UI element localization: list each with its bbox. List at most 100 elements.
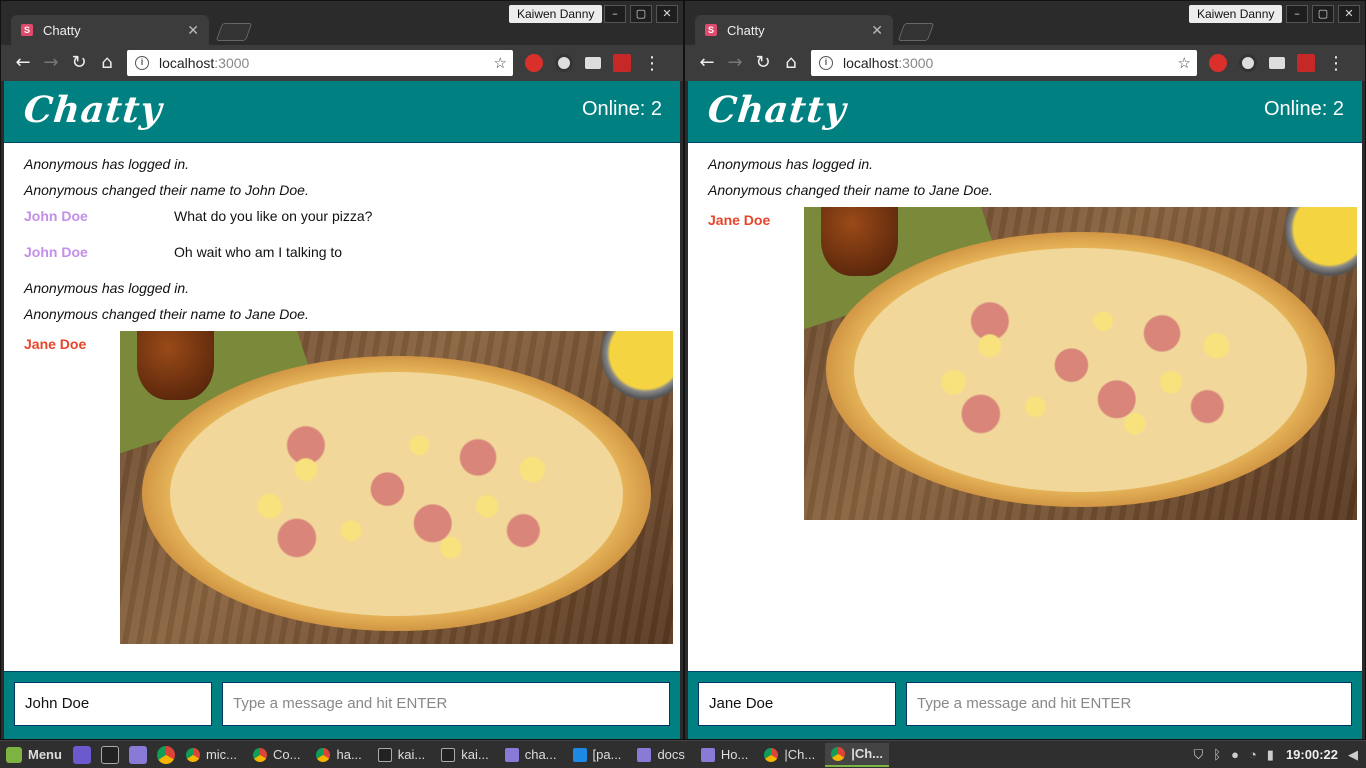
terminal-icon (377, 747, 392, 762)
brand-logo: Chatty (21, 89, 165, 131)
tab-title: Chatty (727, 22, 765, 38)
wifi-icon[interactable]: ◔ (1249, 747, 1257, 762)
forward-icon[interactable]: → (37, 49, 65, 77)
adblock-extension-icon[interactable] (1209, 54, 1227, 72)
maximize-icon[interactable]: ▢ (630, 5, 652, 23)
extension-icon[interactable] (555, 54, 573, 72)
chrome-icon (316, 747, 331, 762)
profile-button[interactable]: Kaiwen Danny (1189, 5, 1283, 23)
taskbar-item[interactable]: Ho... (695, 743, 754, 767)
home-icon[interactable]: ⌂ (93, 49, 121, 77)
bookmark-star-icon[interactable]: ☆ (1178, 54, 1191, 72)
mint-logo-icon (6, 746, 22, 763)
minimize-icon[interactable]: – (604, 5, 626, 23)
battery-icon[interactable]: ▮ (1267, 747, 1274, 763)
maximize-icon[interactable]: ▢ (1312, 5, 1334, 23)
terminal-launcher-icon[interactable] (100, 745, 119, 764)
chrome-launcher-icon[interactable] (156, 745, 175, 764)
taskbar-item-active[interactable]: |Ch... (825, 742, 890, 767)
info-icon[interactable]: i (819, 56, 833, 70)
address-bar[interactable]: i localhost :3000 ☆ (811, 50, 1197, 76)
chrome-icon (764, 747, 779, 762)
cast-extension-icon[interactable] (1269, 57, 1285, 69)
taskbar-item[interactable]: Co... (247, 743, 306, 767)
username-input[interactable]: John Doe (14, 682, 212, 726)
profile-button[interactable]: Kaiwen Danny (509, 5, 603, 23)
taskbar-item-label: ha... (336, 747, 362, 762)
taskbar-item[interactable]: [pa... (567, 743, 628, 767)
message-username: Jane Doe (24, 336, 87, 352)
shield-icon[interactable]: ⛉ (1194, 747, 1204, 763)
message-input[interactable]: Type a message and hit ENTER (222, 682, 670, 726)
home-icon[interactable]: ⌂ (777, 49, 805, 77)
show-desktop-icon[interactable] (72, 745, 91, 764)
image-message: Jane Doe (4, 331, 680, 644)
message-text: Oh wait who am I talking to (174, 244, 343, 260)
browser-window-left: S Chatty ✕ Kaiwen Danny – ▢ ✕ ← → ↻ ⌂ i … (0, 0, 684, 740)
volume-icon[interactable]: ◀ (1348, 747, 1358, 763)
bookmark-star-icon[interactable]: ☆ (494, 54, 507, 72)
window-close-icon[interactable]: ✕ (1338, 5, 1360, 23)
favicon-icon: S (705, 24, 717, 36)
new-tab-button[interactable] (897, 23, 935, 41)
chatty-app: Chatty Online: 2 Anonymous has logged in… (688, 81, 1362, 739)
clock[interactable]: 19:00:22 (1286, 747, 1338, 762)
extension-icon[interactable] (1239, 54, 1257, 72)
browser-toolbar: ← → ↻ ⌂ i localhost :3000 ☆ ⋮ (1, 45, 683, 81)
desktop: S Chatty ✕ Kaiwen Danny – ▢ ✕ ← → ↻ ⌂ i … (0, 0, 1366, 768)
tab-close-icon[interactable]: ✕ (871, 22, 883, 39)
taskbar-item[interactable]: cha... (499, 743, 563, 767)
online-count: Online: 2 (1263, 98, 1344, 120)
username-input[interactable]: Jane Doe (698, 682, 896, 726)
start-menu-button[interactable]: Menu (0, 746, 68, 763)
forward-icon[interactable]: → (721, 49, 749, 77)
tab-close-icon[interactable]: ✕ (187, 22, 199, 39)
taskbar-item-label: |Ch... (784, 747, 816, 762)
taskbar-item[interactable]: kai... (372, 743, 431, 767)
chat-message: John Doe What do you like on your pizza? (4, 203, 680, 239)
chatty-app: Chatty Online: 2 Anonymous has logged in… (4, 81, 680, 739)
taskbar-item[interactable]: mic... (180, 743, 243, 767)
message-input[interactable]: Type a message and hit ENTER (906, 682, 1352, 726)
url-port: :3000 (898, 55, 934, 71)
message-username: John Doe (24, 208, 88, 224)
back-icon[interactable]: ← (693, 49, 721, 77)
message-list: Anonymous has logged in. Anonymous chang… (688, 143, 1362, 671)
pizza-image (804, 207, 1357, 520)
reload-icon[interactable]: ↻ (749, 49, 777, 77)
back-icon[interactable]: ← (9, 49, 37, 77)
info-icon[interactable]: i (135, 56, 149, 70)
taskbar-item[interactable]: |Ch... (758, 743, 821, 767)
new-tab-button[interactable] (215, 23, 253, 41)
browser-tab[interactable]: S Chatty ✕ (11, 15, 209, 45)
cast-extension-icon[interactable] (585, 57, 601, 69)
system-message: Anonymous changed their name to Jane Doe… (708, 182, 993, 198)
browser-menu-icon[interactable]: ⋮ (1327, 53, 1345, 74)
taskbar-item[interactable]: kai... (435, 743, 494, 767)
bluetooth-icon[interactable]: ᛒ (1213, 747, 1221, 762)
reload-icon[interactable]: ↻ (65, 49, 93, 77)
extension-icon[interactable] (613, 54, 631, 72)
taskbar-item-label: |Ch... (851, 746, 884, 761)
minimize-icon[interactable]: – (1286, 5, 1308, 23)
title-bar: S Chatty ✕ Kaiwen Danny – ▢ ✕ (1, 1, 683, 45)
adblock-extension-icon[interactable] (525, 54, 543, 72)
message-username: Jane Doe (708, 212, 771, 228)
window-close-icon[interactable]: ✕ (656, 5, 678, 23)
taskbar-item[interactable]: ha... (310, 743, 367, 767)
chrome-icon (253, 747, 268, 762)
app-header: Chatty Online: 2 (4, 81, 680, 143)
system-message: Anonymous has logged in. (24, 280, 189, 296)
address-bar[interactable]: i localhost :3000 ☆ (127, 50, 513, 76)
files-launcher-icon[interactable] (128, 745, 147, 764)
browser-window-right: S Chatty ✕ Kaiwen Danny – ▢ ✕ ← → ↻ ⌂ i … (684, 0, 1366, 740)
browser-menu-icon[interactable]: ⋮ (643, 53, 661, 74)
taskbar-item-label: Co... (273, 747, 301, 762)
browser-tab[interactable]: S Chatty ✕ (695, 15, 893, 45)
system-message: Anonymous changed their name to Jane Doe… (24, 306, 309, 322)
composer-bar: John Doe Type a message and hit ENTER (4, 671, 680, 739)
extension-icon[interactable] (1297, 54, 1315, 72)
taskbar-item[interactable]: docs (631, 743, 690, 767)
system-message: Anonymous has logged in. (24, 156, 189, 172)
user-icon[interactable]: ● (1231, 747, 1239, 762)
